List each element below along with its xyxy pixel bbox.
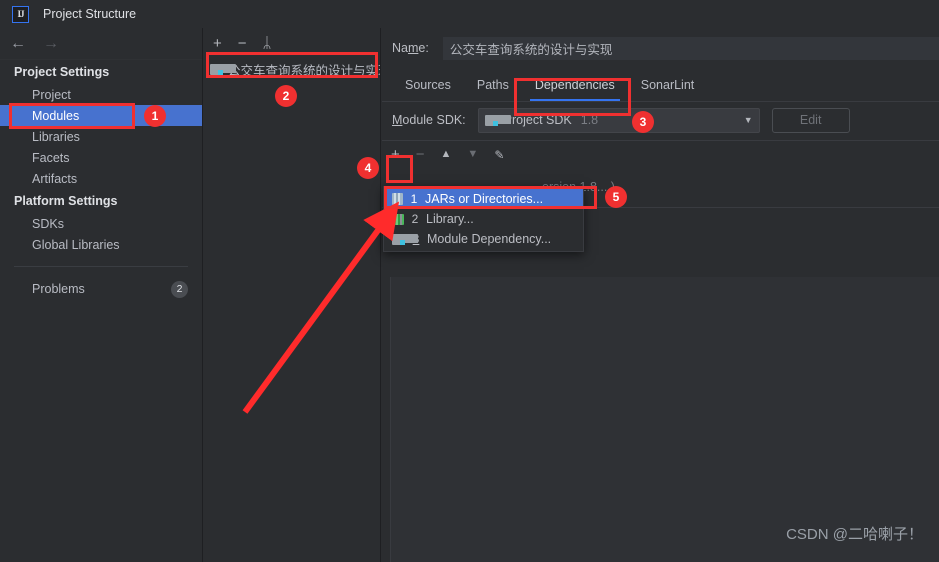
move-down-button[interactable]: ▼: [467, 149, 478, 160]
move-up-button[interactable]: ▲: [441, 149, 452, 160]
menu-item-label: Library...: [426, 212, 474, 226]
annotation-badge-4: 4: [357, 157, 379, 179]
arrow-right-icon[interactable]: →: [43, 35, 59, 52]
sidebar-section-heading-project-settings: Project Settings: [14, 65, 110, 79]
module-sdk-row: Module SDK: Project SDK 1.8 ▼ Edit: [382, 102, 939, 138]
add-dependency-popup-menu: 1 JARs or Directories... 2 Library... 3 …: [383, 186, 584, 252]
module-detail-panel: Name: Sources Paths Dependencies SonarLi…: [382, 28, 939, 562]
module-list-item[interactable]: 公交车查询系统的设计与实现: [204, 58, 380, 80]
sidebar-divider: [14, 266, 188, 267]
window-title: Project Structure: [43, 7, 137, 21]
module-sdk-version: 1.8: [580, 113, 599, 127]
sidebar-section-heading-platform-settings: Platform Settings: [14, 194, 118, 208]
module-sdk-label: Module SDK:: [392, 113, 466, 127]
modules-toolbar: + − ᛦ: [204, 28, 380, 58]
sidebar-item-sdks[interactable]: SDKs: [0, 213, 202, 234]
remove-module-button[interactable]: −: [238, 36, 247, 51]
menu-item-library[interactable]: 2 Library...: [384, 209, 583, 229]
title-bar: IJ Project Structure: [0, 0, 939, 28]
sidebar-item-facets[interactable]: Facets: [0, 147, 202, 168]
edit-sdk-button[interactable]: Edit: [771, 107, 850, 133]
annotation-badge-2: 2: [275, 85, 297, 107]
sidebar-item-global-libraries[interactable]: Global Libraries: [0, 234, 202, 255]
sidebar-item-problems[interactable]: Problems 2: [0, 276, 202, 302]
tab-paths[interactable]: Paths: [464, 78, 522, 101]
chevron-down-icon: ▼: [743, 115, 753, 125]
sidebar: ← → Project Settings Project Modules Lib…: [0, 28, 203, 562]
annotation-badge-3: 3: [632, 111, 654, 133]
tab-sonarlint[interactable]: SonarLint: [628, 78, 708, 101]
module-icon: [210, 63, 236, 75]
module-sdk-dropdown[interactable]: Project SDK 1.8 ▼: [477, 107, 760, 133]
menu-item-module-dependency[interactable]: 3 Module Dependency...: [384, 229, 583, 249]
intellij-idea-logo-icon: IJ: [12, 5, 29, 23]
library-icon: [392, 213, 404, 225]
annotation-badge-5: 5: [605, 186, 627, 208]
tab-dependencies[interactable]: Dependencies: [522, 78, 628, 101]
sidebar-item-modules[interactable]: Modules: [0, 105, 202, 126]
annotation-badge-1: 1: [144, 105, 166, 127]
dependencies-toolbar: + − ▲ ▼ ✎: [382, 140, 939, 168]
arrow-left-icon[interactable]: ←: [10, 35, 26, 52]
menu-item-number: 1: [410, 192, 418, 206]
problems-label: Problems: [32, 282, 85, 296]
copy-module-button[interactable]: ᛦ: [263, 36, 272, 51]
menu-item-jars-or-directories[interactable]: 1 JARs or Directories...: [384, 189, 583, 209]
tab-sources[interactable]: Sources: [392, 78, 464, 101]
problems-count-badge: 2: [171, 280, 188, 298]
module-name-input[interactable]: [442, 36, 939, 60]
jar-icon: [392, 193, 403, 205]
add-module-button[interactable]: +: [213, 36, 222, 51]
modules-list-panel: + − ᛦ 公交车查询系统的设计与实现: [204, 28, 381, 562]
module-sdk-value: Project SDK: [503, 113, 572, 127]
menu-item-label: Module Dependency...: [427, 232, 552, 246]
pencil-icon[interactable]: ✎: [494, 149, 504, 161]
remove-dependency-button[interactable]: −: [416, 147, 425, 162]
add-dependency-button[interactable]: +: [391, 147, 400, 162]
dependencies-empty-area: [390, 277, 939, 562]
module-list-item-label: 公交车查询系统的设计与实现: [228, 63, 380, 78]
sidebar-item-artifacts[interactable]: Artifacts: [0, 168, 202, 189]
detail-tabs: Sources Paths Dependencies SonarLint: [382, 68, 939, 102]
watermark: CSDN @二哈喇子！: [786, 526, 923, 543]
module-name-label: Name:: [392, 41, 429, 55]
menu-item-label: JARs or Directories...: [425, 192, 544, 206]
navigation-arrows: ← →: [0, 28, 202, 60]
project-structure-dialog: IJ Project Structure ← → Project Setting…: [0, 0, 939, 562]
module-name-row: Name:: [382, 28, 939, 68]
sidebar-item-project[interactable]: Project: [0, 84, 202, 105]
sdk-module-icon: [484, 114, 511, 126]
module-icon: [392, 233, 418, 245]
sidebar-item-libraries[interactable]: Libraries: [0, 126, 202, 147]
menu-item-number: 2: [411, 212, 419, 226]
